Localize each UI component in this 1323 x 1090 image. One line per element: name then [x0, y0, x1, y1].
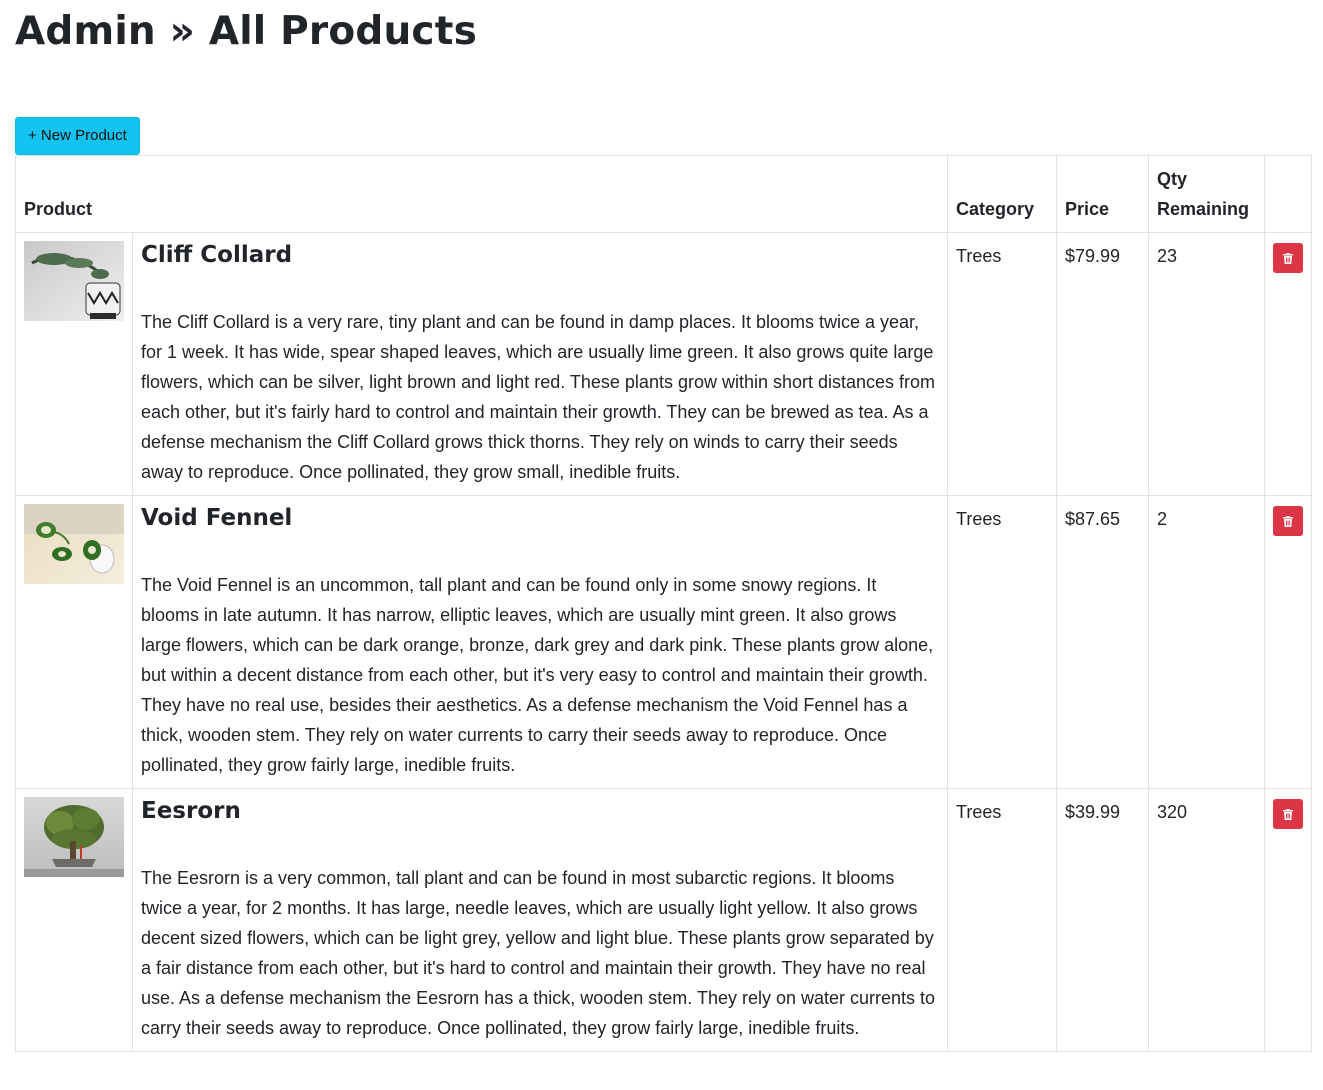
table-row: Void Fennel The Void Fennel is an uncomm… — [15, 495, 1313, 789]
delete-button[interactable] — [1273, 799, 1304, 829]
product-name[interactable]: Cliff Collard — [141, 241, 939, 269]
product-price: $79.99 — [1056, 232, 1150, 496]
actions-cell — [1264, 495, 1313, 789]
products-table: Product Category Price Qty Remaining Cli… — [14, 155, 1313, 1052]
product-info-cell: Eesrorn The Eesrorn is a very common, ta… — [131, 788, 949, 1052]
actions-cell — [1264, 232, 1313, 496]
product-image-cell — [15, 495, 133, 789]
trash-icon — [1283, 808, 1294, 820]
product-image[interactable] — [24, 241, 124, 321]
delete-button[interactable] — [1273, 243, 1304, 273]
product-name[interactable]: Eesrorn — [141, 797, 939, 825]
table-row: Cliff Collard The Cliff Collard is a ver… — [15, 232, 1313, 496]
delete-button[interactable] — [1273, 506, 1304, 536]
product-category: Trees — [947, 788, 1058, 1052]
product-image-cell — [15, 232, 133, 496]
product-image[interactable] — [24, 504, 124, 584]
product-qty: 320 — [1148, 788, 1266, 1052]
product-category: Trees — [947, 232, 1058, 496]
column-header-price: Price — [1056, 155, 1150, 233]
product-qty: 2 — [1148, 495, 1266, 789]
column-header-actions — [1264, 155, 1313, 233]
table-header-row: Product Category Price Qty Remaining — [14, 155, 1313, 233]
product-name[interactable]: Void Fennel — [141, 504, 939, 532]
product-info-cell: Cliff Collard The Cliff Collard is a ver… — [131, 232, 949, 496]
product-description: The Eesrorn is a very common, tall plant… — [141, 868, 936, 1038]
table-row: Eesrorn The Eesrorn is a very common, ta… — [15, 788, 1313, 1052]
product-description: The Cliff Collard is a very rare, tiny p… — [141, 312, 936, 482]
product-image[interactable] — [24, 797, 124, 877]
column-header-product: Product — [14, 155, 949, 233]
page: Admin » All Products + New Product Produ… — [0, 0, 1323, 1090]
column-header-qty: Qty Remaining — [1148, 155, 1266, 233]
product-price: $39.99 — [1056, 788, 1150, 1052]
product-description: The Void Fennel is an uncommon, tall pla… — [141, 575, 934, 775]
page-title: Admin » All Products — [15, 9, 477, 54]
trash-icon — [1283, 515, 1294, 527]
column-header-category: Category — [947, 155, 1058, 233]
actions-cell — [1264, 788, 1313, 1052]
product-image-cell — [15, 788, 133, 1052]
new-product-button[interactable]: + New Product — [15, 117, 140, 155]
product-category: Trees — [947, 495, 1058, 789]
trash-icon — [1283, 252, 1294, 264]
product-info-cell: Void Fennel The Void Fennel is an uncomm… — [131, 495, 949, 789]
product-price: $87.65 — [1056, 495, 1150, 789]
product-qty: 23 — [1148, 232, 1266, 496]
